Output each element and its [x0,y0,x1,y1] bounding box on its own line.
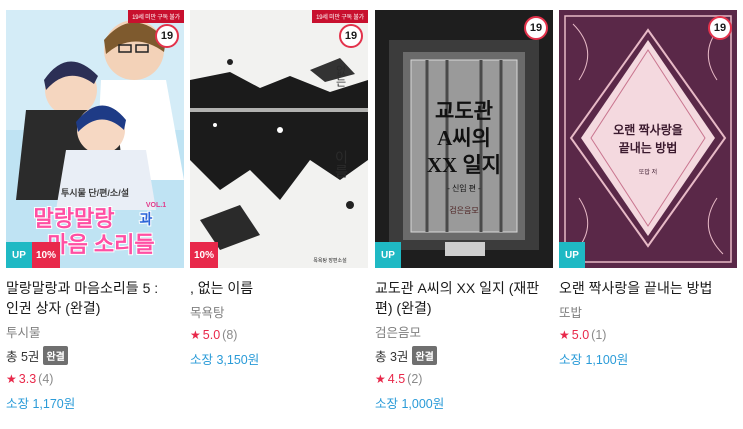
cover-author: 또밥 저 [639,168,657,176]
up-badge: UP [375,242,401,268]
complete-badge: 완결 [412,346,437,365]
star-icon: ★ [559,328,570,342]
volume-info: 총 3권 완결 [375,346,553,365]
star-icon: ★ [190,328,201,342]
book-title[interactable]: , 없는 이름 [190,278,368,298]
cover-art: 교도관 A씨의 XX 일지 - 신입 편 - 검은음모 [375,10,553,268]
rating-count: (1) [591,328,607,342]
rating: ★ 5.0 (1) [559,328,737,342]
cover-title-conj: 과 [140,211,153,227]
book-cover[interactable]: 교도관 A씨의 XX 일지 - 신입 편 - 검은음모 19 UP [375,10,553,268]
complete-badge: 완결 [43,346,68,365]
age-19-badge: 19 [524,16,548,40]
cover-title-line1: 오랜 짝사랑을 [613,122,683,137]
rating: ★ 3.3 (4) [6,372,184,386]
rating-score: 3.3 [18,372,37,386]
book-cover[interactable]: 오랜 짝사랑을 끝내는 방법 또밥 저 19 UP [559,10,737,268]
cover-title-line3: XX 일지 [427,153,501,177]
age-19-badge: 19 [339,24,363,48]
age-notice-label: 19세 미만 구독 불가 [312,10,368,23]
book-author[interactable]: 검은음모 [375,322,553,341]
book-author[interactable]: 목욕탕 [190,302,368,321]
volume-count: 총 5권 [6,350,40,364]
rating-count: (2) [407,372,423,386]
book-card[interactable]: 투시물 단/편/소/설 VOL.1 말랑말랑 과 마음 소리들 19세 미만 구… [6,10,184,412]
rating-count: (8) [222,328,238,342]
book-author[interactable]: 투시물 [6,322,184,341]
volume-count: 총 3권 [375,350,409,364]
book-title[interactable]: 오랜 짝사랑을 끝내는 방법 [559,278,737,298]
price: 소장 1,100원 [559,353,629,367]
cover-title: 이름 [333,150,348,178]
up-badge: UP [559,242,585,268]
book-title[interactable]: 교도관 A씨의 XX 일지 (재판 편) (완결) [375,278,553,318]
book-card[interactable]: 교도관 A씨의 XX 일지 - 신입 편 - 검은음모 19 UP 교도관 A씨… [375,10,553,412]
rating-score: 5.0 [571,328,590,342]
cover-author-plate: 검은음모 [449,205,478,215]
book-card[interactable]: 오랜 짝사랑을 끝내는 방법 또밥 저 19 UP 오랜 짝사랑을 끝내는 방법… [559,10,737,368]
book-cover[interactable]: 없는 이름 목욕탕 장편소설 19세 미만 구독 불가 19 10% [190,10,368,268]
volume-info: 총 5권 완결 [6,346,184,365]
age-19-badge: 19 [155,24,179,48]
rating-count: (4) [38,372,54,386]
cover-volume: VOL.1 [146,202,166,209]
age-notice-label: 19세 미만 구독 불가 [128,10,184,23]
book-author[interactable]: 또밥 [559,302,737,321]
rating: ★ 4.5 (2) [375,372,553,386]
rating-score: 4.5 [387,372,406,386]
discount-badge: 10% [32,242,60,268]
book-cover[interactable]: 투시물 단/편/소/설 VOL.1 말랑말랑 과 마음 소리들 19세 미만 구… [6,10,184,268]
discount-badge: 10% [190,242,218,268]
price: 소장 3,150원 [190,353,260,367]
book-card[interactable]: 없는 이름 목욕탕 장편소설 19세 미만 구독 불가 19 10% , 없는 … [190,10,368,368]
age-19-badge: 19 [708,16,732,40]
cover-art: 오랜 짝사랑을 끝내는 방법 또밥 저 [559,10,737,268]
star-icon: ★ [375,372,386,386]
cover-art: 투시물 단/편/소/설 VOL.1 말랑말랑 과 마음 소리들 [6,10,184,268]
cover-subtitle: 투시물 단/편/소/설 [61,187,129,198]
up-badge: UP [6,242,32,268]
cover-title-line2: 끝내는 방법 [619,140,678,155]
price: 소장 1,170원 [6,397,76,411]
cover-title-line1: 말랑말랑 [34,206,115,231]
cover-subtitle: - 신입 편 - [447,183,481,193]
star-icon: ★ [6,372,17,386]
cover-footer: 목욕탕 장편소설 [313,257,347,264]
rating-score: 5.0 [202,328,221,342]
cover-title-line2: 마음 소리들 [47,232,154,257]
cover-title-line1: 교도관 [435,99,493,123]
rating: ★ 5.0 (8) [190,328,368,342]
cover-top-text: 없는 [334,65,346,87]
price: 소장 1,000원 [375,397,445,411]
book-title[interactable]: 말랑말랑과 마음소리들 5 : 인권 상자 (완결) [6,278,184,318]
cover-title-line2: A씨의 [437,126,491,150]
cover-art: 없는 이름 목욕탕 장편소설 [190,10,368,268]
